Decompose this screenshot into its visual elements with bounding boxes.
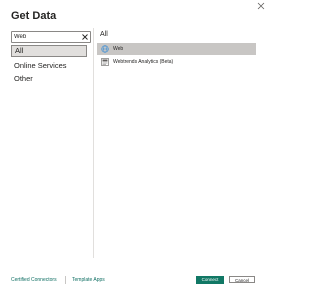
close-icon[interactable]: [256, 1, 266, 11]
search-box: [11, 31, 91, 43]
search-input[interactable]: [14, 32, 76, 42]
cancel-button[interactable]: Cancel: [229, 276, 255, 283]
clear-search-icon[interactable]: [81, 33, 89, 41]
category-label: Online Services: [14, 61, 67, 70]
globe-icon: [101, 45, 109, 53]
category-other[interactable]: Other: [11, 73, 87, 85]
connector-webtrends[interactable]: Webtrends Analytics (Beta): [97, 56, 256, 68]
category-online-services[interactable]: Online Services: [11, 60, 87, 72]
category-label: Other: [14, 74, 33, 83]
footer-divider: [65, 276, 66, 284]
results-section-label: All: [100, 31, 108, 38]
connect-button[interactable]: Connect: [196, 276, 224, 284]
category-label: All: [15, 46, 24, 55]
get-data-dialog: Get Data All Online Services Other All W…: [0, 0, 268, 299]
pane-divider: [93, 28, 94, 258]
webtrends-icon: [101, 58, 109, 66]
connector-label: Webtrends Analytics (Beta): [113, 59, 174, 65]
category-all[interactable]: All: [11, 45, 87, 57]
dialog-title: Get Data: [11, 10, 57, 22]
template-apps-link[interactable]: Template Apps: [72, 277, 105, 283]
connector-label: Web: [113, 46, 124, 52]
connector-web[interactable]: Web: [97, 43, 256, 55]
certified-connectors-link[interactable]: Certified Connectors: [11, 277, 57, 283]
